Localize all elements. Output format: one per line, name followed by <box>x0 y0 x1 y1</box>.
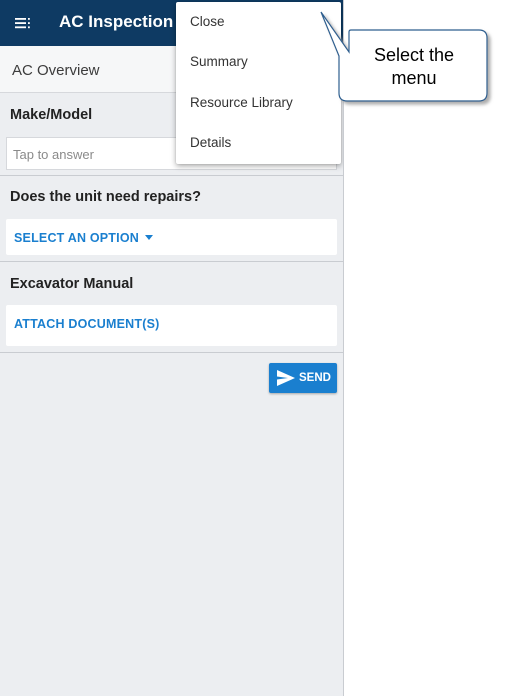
hamburger-menu-icon[interactable] <box>13 13 33 33</box>
app-screen: AC Inspection F AC Overview Make/Model T… <box>0 0 344 696</box>
select-option-label: SELECT AN OPTION <box>14 231 153 245</box>
section-divider <box>0 352 343 353</box>
section-divider <box>0 261 343 262</box>
send-icon <box>277 370 295 386</box>
menu-item-label: Details <box>190 135 232 150</box>
callout-line: Select the <box>373 45 455 65</box>
attach-document-button[interactable]: ATTACH DOCUMENT(S) <box>6 305 337 346</box>
make-model-placeholder: Tap to answer <box>13 147 94 162</box>
menu-item-label: Close <box>190 14 225 29</box>
select-option-text: SELECT AN OPTION <box>14 231 139 245</box>
overview-label: AC Overview <box>12 62 100 79</box>
make-model-label: Make/Model <box>10 107 93 123</box>
callout-line: menu <box>391 68 437 88</box>
menu-item-label: Summary <box>190 54 248 69</box>
dropdown-caret-icon <box>144 235 153 241</box>
callout-text: Select the menu <box>346 44 482 90</box>
manual-label: Excavator Manual <box>10 276 134 292</box>
send-label: SEND <box>299 372 331 384</box>
app-title: AC Inspection F <box>59 12 189 31</box>
menu-item-label: Resource Library <box>190 95 293 110</box>
send-button[interactable]: SEND <box>269 363 337 393</box>
repairs-question-label: Does the unit need repairs? <box>10 189 201 205</box>
attach-document-label: ATTACH DOCUMENT(S) <box>14 317 160 331</box>
section-divider <box>0 175 343 176</box>
repairs-select[interactable]: SELECT AN OPTION <box>6 219 337 255</box>
menu-item-details[interactable]: Details <box>176 123 341 163</box>
